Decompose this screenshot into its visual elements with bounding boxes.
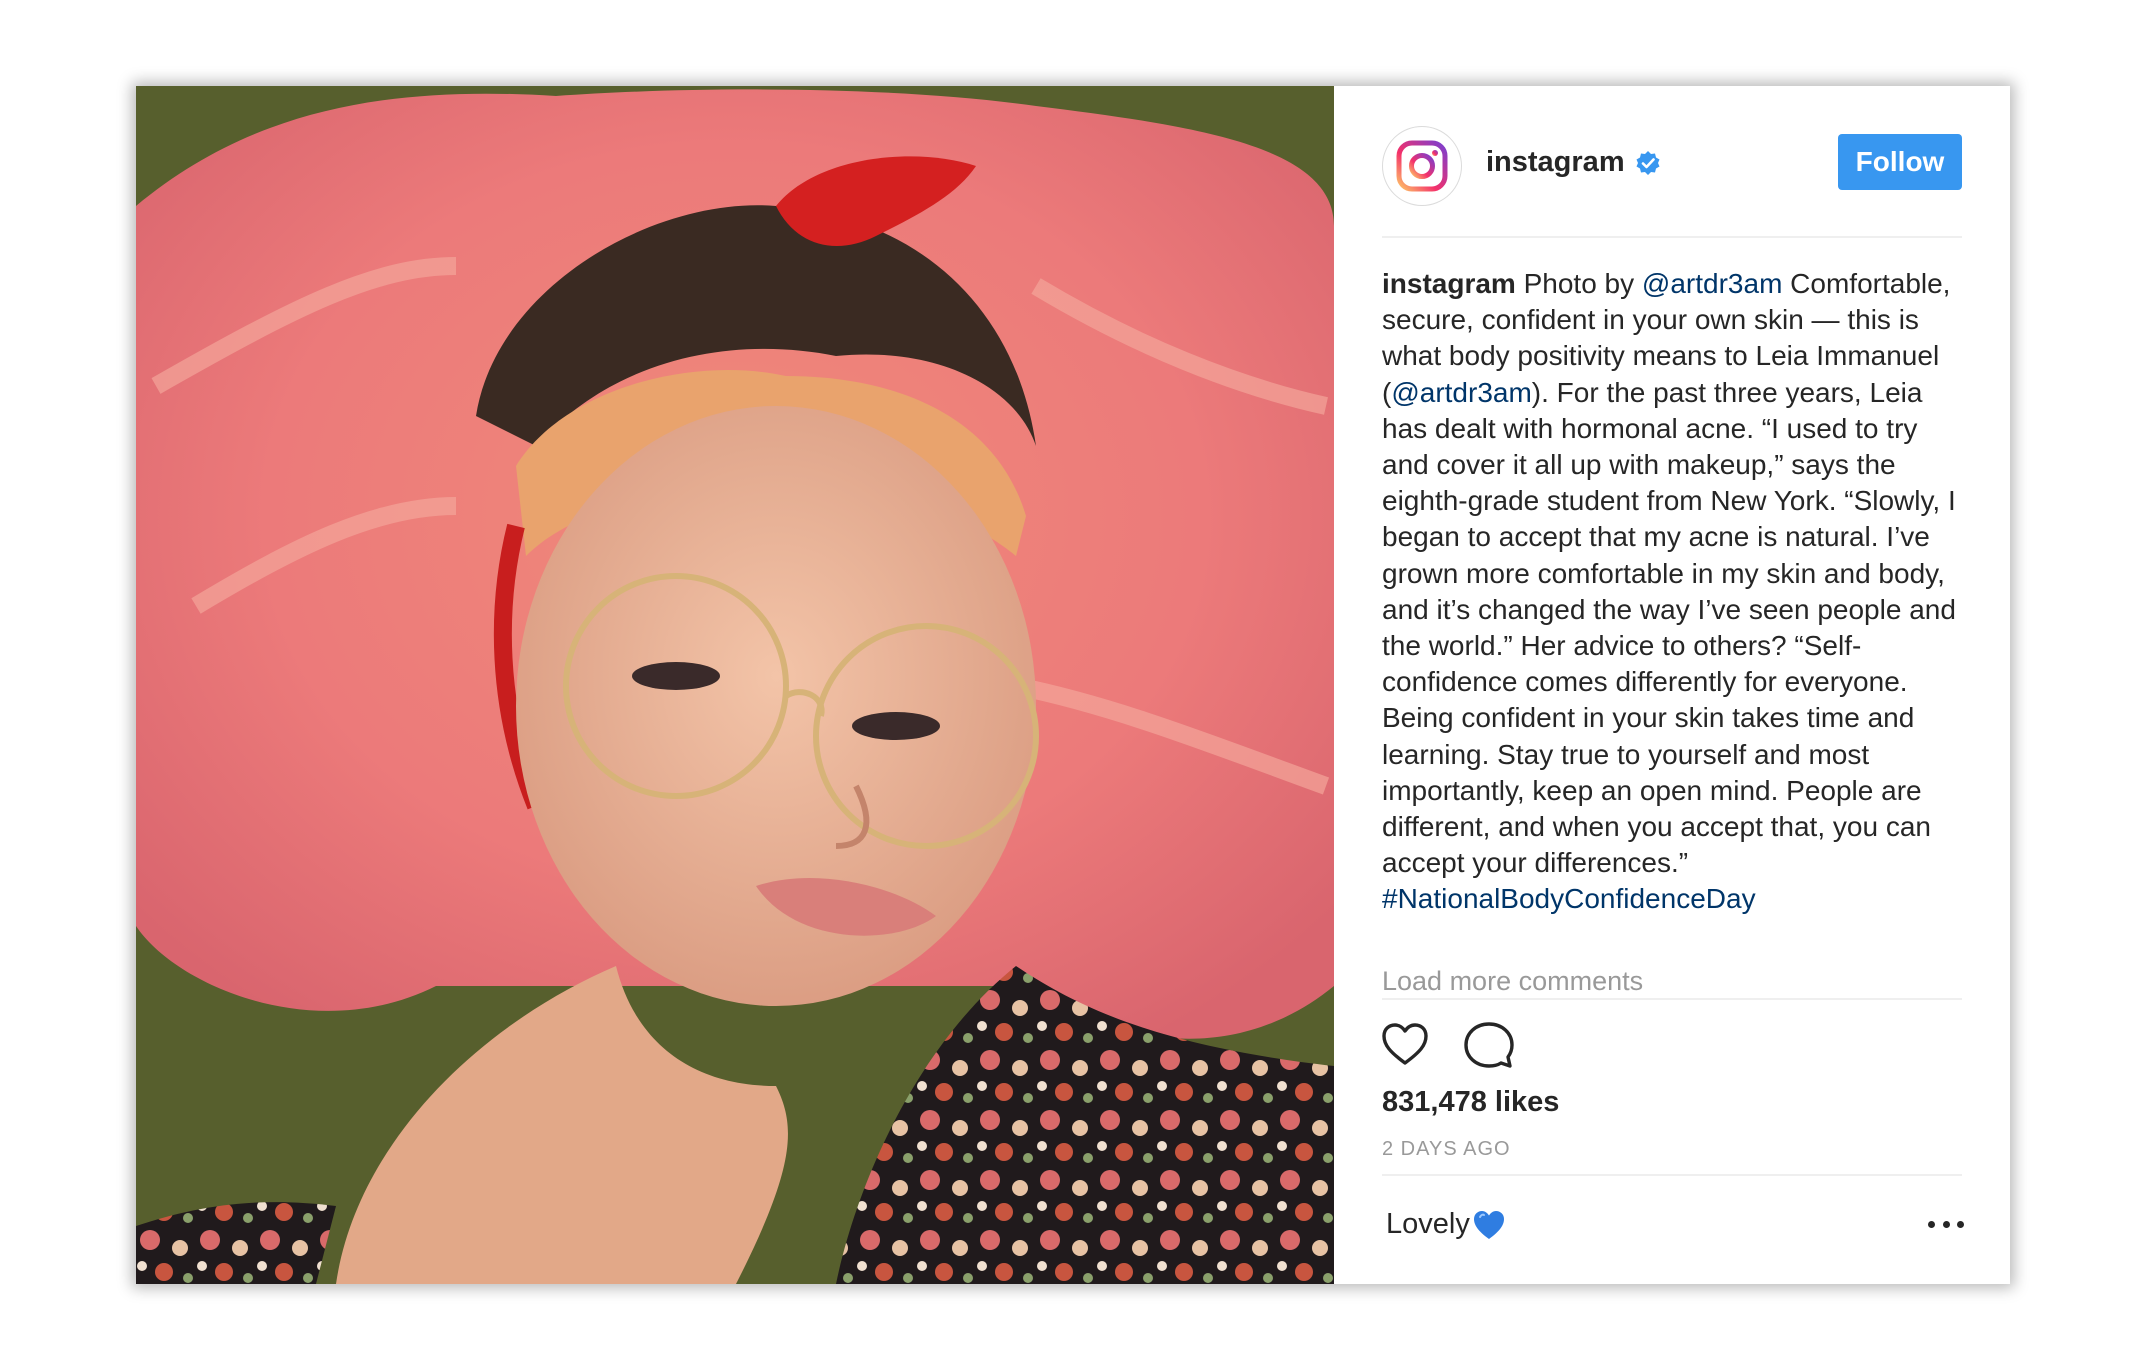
like-count[interactable]: 831,478 likes — [1382, 1086, 1559, 1119]
caption-body-part-2: ). For the past three years, Leia has de… — [1382, 376, 1956, 879]
comment-input[interactable]: Lovely — [1386, 1208, 1506, 1241]
caption-hashtag-link[interactable]: #NationalBodyConfidenceDay — [1382, 883, 1756, 914]
verified-badge-icon — [1636, 150, 1660, 175]
portrait-illustration — [136, 86, 1334, 1284]
post-caption: instagram Photo by @artdr3am Comfortable… — [1382, 266, 1966, 918]
author-username-text[interactable]: instagram — [1486, 146, 1625, 179]
caption-mention-link-2[interactable]: @artdr3am — [1391, 377, 1531, 408]
post-photo[interactable] — [136, 86, 1334, 1284]
speech-bubble-icon — [1464, 1022, 1514, 1068]
post-timestamp: 2 DAYS AGO — [1382, 1138, 1511, 1160]
dot — [1942, 1220, 1950, 1228]
caption-prefix: Photo by — [1523, 268, 1635, 299]
comment-button[interactable] — [1464, 1020, 1514, 1070]
load-more-comments-link[interactable]: Load more comments — [1382, 966, 1643, 997]
dot — [1957, 1220, 1964, 1228]
author-avatar[interactable] — [1382, 126, 1462, 206]
caption-username[interactable]: instagram — [1382, 268, 1516, 299]
blue-heart-emoji-icon — [1473, 1210, 1504, 1239]
post-actions — [1380, 1020, 1514, 1080]
post-sidebar: instagram Follow instagram Photo by @art… — [1334, 86, 2010, 1284]
divider — [1382, 1174, 1962, 1176]
instagram-logo-icon — [1396, 140, 1448, 192]
more-options-icon[interactable] — [1928, 1214, 1964, 1234]
heart-outline-icon — [1382, 1023, 1428, 1065]
divider — [1382, 998, 1962, 1000]
caption-mention-link[interactable]: @artdr3am — [1642, 268, 1782, 299]
post-card: instagram Follow instagram Photo by @art… — [136, 86, 2010, 1284]
post-header: instagram Follow — [1382, 126, 1962, 238]
author-username[interactable]: instagram — [1486, 146, 1661, 179]
follow-button[interactable]: Follow — [1838, 134, 1962, 190]
like-button[interactable] — [1380, 1020, 1430, 1070]
comment-input-text[interactable]: Lovely — [1386, 1208, 1470, 1241]
dot — [1928, 1220, 1935, 1228]
